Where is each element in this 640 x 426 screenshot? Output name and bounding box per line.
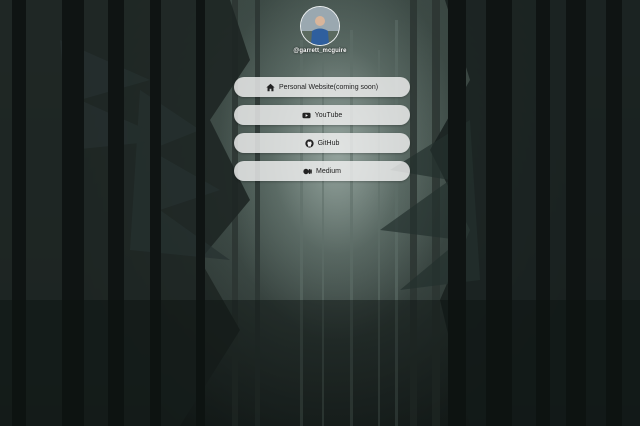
youtube-icon bbox=[302, 111, 311, 120]
personal-website-label: Personal Website(coming soon) bbox=[278, 83, 379, 91]
forest-background bbox=[0, 0, 640, 426]
avatar[interactable] bbox=[300, 6, 340, 46]
profile-header: @garrett_mcguire bbox=[0, 6, 640, 54]
youtube-label: YouTube bbox=[314, 111, 343, 119]
medium-icon bbox=[303, 167, 312, 176]
github-label: GitHub bbox=[317, 139, 340, 147]
personal-website-link[interactable]: Personal Website(coming soon) bbox=[234, 77, 410, 97]
youtube-link[interactable]: YouTube bbox=[234, 105, 410, 125]
profile-handle: @garrett_mcguire bbox=[293, 48, 347, 54]
link-list: Personal Website(coming soon) YouTube Gi… bbox=[234, 77, 410, 189]
forest-trees-illustration bbox=[0, 0, 640, 426]
avatar-photo bbox=[301, 7, 339, 45]
home-icon bbox=[266, 83, 275, 92]
medium-link[interactable]: Medium bbox=[234, 161, 410, 181]
github-icon bbox=[304, 138, 314, 148]
medium-label: Medium bbox=[316, 167, 341, 175]
github-link[interactable]: GitHub bbox=[234, 133, 410, 153]
